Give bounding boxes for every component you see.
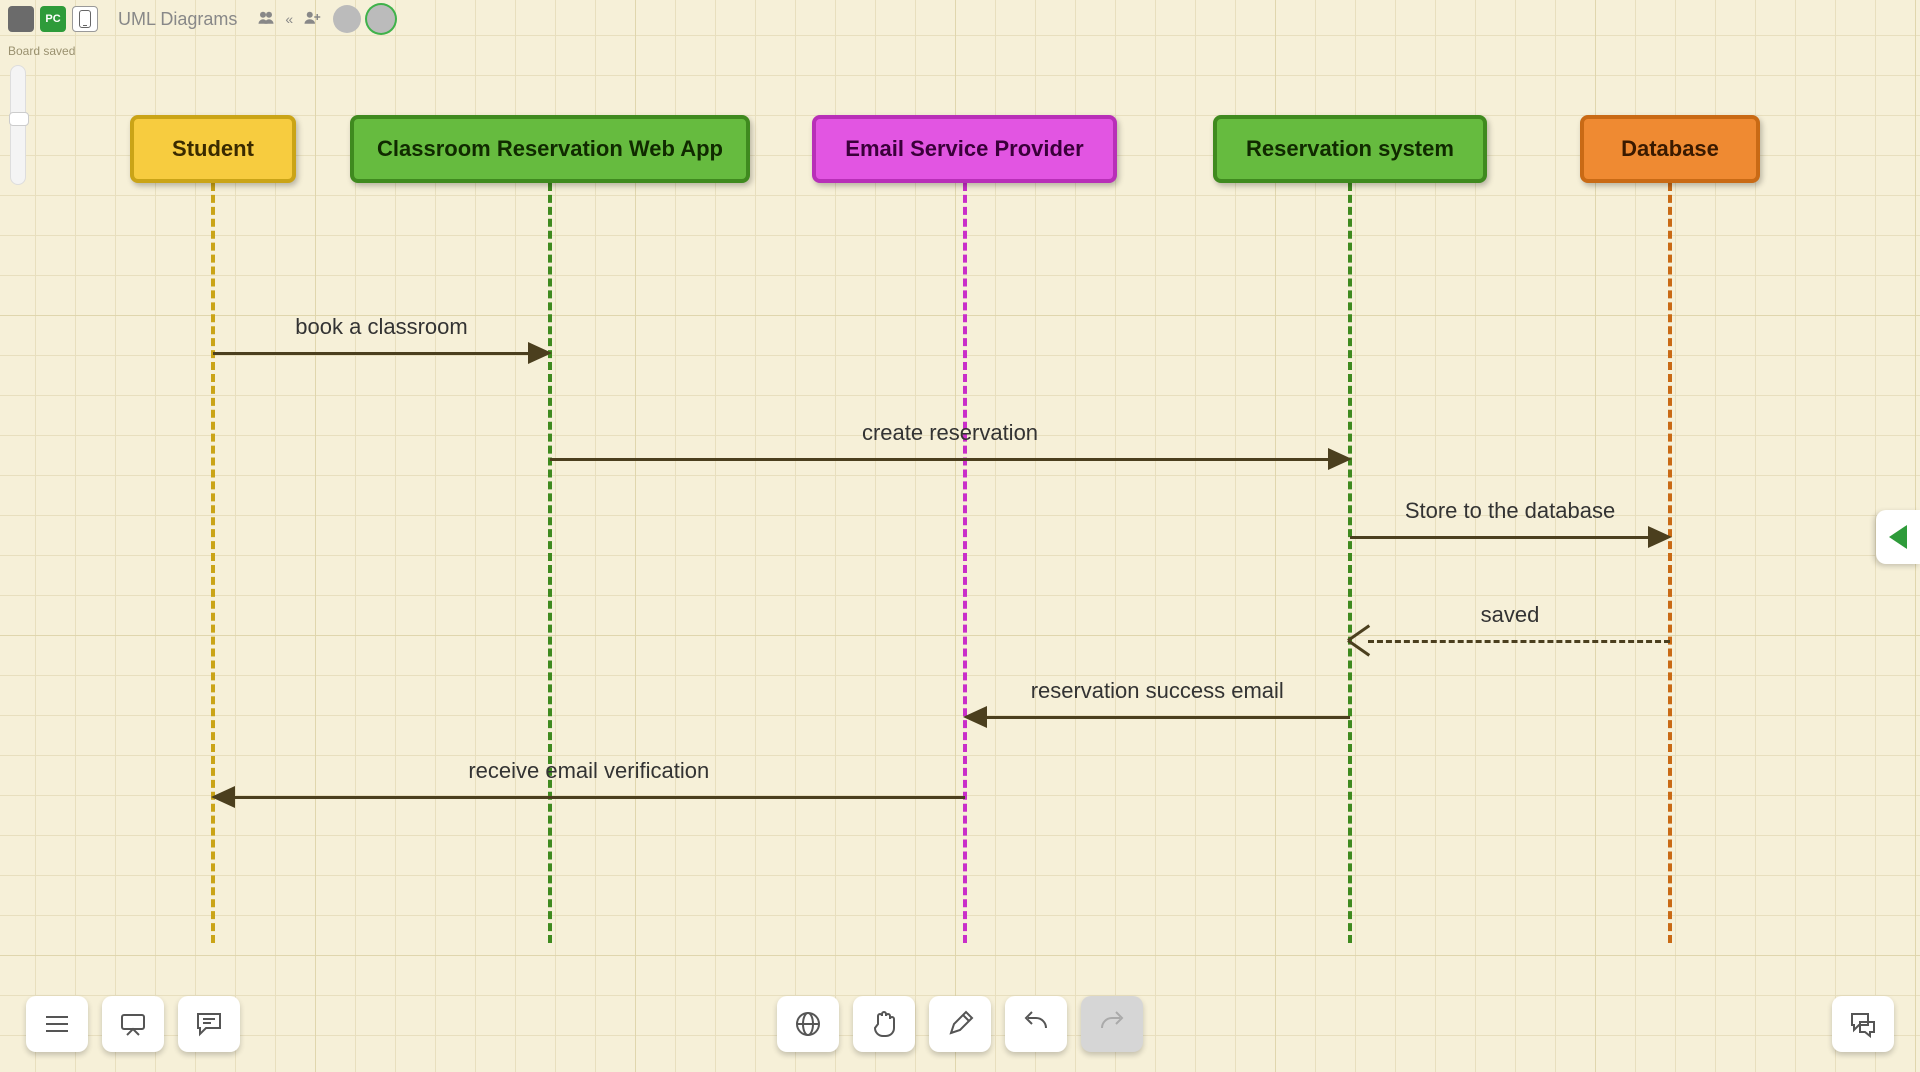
- browse-button[interactable]: [777, 996, 839, 1052]
- group-icon[interactable]: [257, 10, 275, 28]
- message-label: create reservation: [550, 420, 1350, 446]
- board-title[interactable]: UML Diagrams: [118, 9, 237, 30]
- actor-resv[interactable]: Reservation system: [1213, 115, 1487, 183]
- lifeline-webapp[interactable]: [548, 183, 552, 943]
- avatar-user-pc[interactable]: PC: [40, 6, 66, 32]
- actor-email[interactable]: Email Service Provider: [812, 115, 1117, 183]
- avatar-user-1[interactable]: [8, 6, 34, 32]
- actor-label: Database: [1603, 136, 1737, 162]
- add-user-icon[interactable]: [303, 10, 321, 28]
- share-icons: «: [257, 10, 321, 28]
- lifeline-student[interactable]: [211, 183, 215, 943]
- actor-webapp[interactable]: Classroom Reservation Web App: [350, 115, 750, 183]
- zoom-handle[interactable]: [9, 112, 29, 126]
- message-label: receive email verification: [213, 758, 965, 784]
- expand-panel-button[interactable]: [1876, 510, 1920, 564]
- actor-label: Classroom Reservation Web App: [359, 136, 741, 162]
- actor-label: Email Service Provider: [827, 136, 1101, 162]
- pan-button[interactable]: [853, 996, 915, 1052]
- lifeline-resv[interactable]: [1348, 183, 1352, 943]
- toolbar-center: [777, 996, 1143, 1052]
- message-label: book a classroom: [213, 314, 550, 340]
- message-label: Store to the database: [1350, 498, 1670, 524]
- triangle-left-icon: [1889, 525, 1907, 549]
- toolbar-right: [1832, 996, 1894, 1052]
- mobile-preview-button[interactable]: [72, 6, 98, 32]
- lifeline-db[interactable]: [1668, 183, 1672, 943]
- draw-button[interactable]: [929, 996, 991, 1052]
- save-status: Board saved: [8, 44, 75, 58]
- actor-db[interactable]: Database: [1580, 115, 1760, 183]
- message-label: saved: [1350, 602, 1670, 628]
- actor-label: Student: [154, 136, 272, 162]
- actor-label: Reservation system: [1228, 136, 1472, 162]
- top-bar: PC UML Diagrams «: [8, 5, 395, 33]
- comment-button[interactable]: [178, 996, 240, 1052]
- presentation-button[interactable]: [102, 996, 164, 1052]
- chat-button[interactable]: [1832, 996, 1894, 1052]
- redo-button: [1081, 996, 1143, 1052]
- lifeline-email[interactable]: [963, 183, 967, 943]
- presence-avatars: [333, 5, 395, 33]
- chevron-left-icon[interactable]: «: [285, 11, 293, 27]
- message-label: reservation success email: [965, 678, 1351, 704]
- menu-button[interactable]: [26, 996, 88, 1052]
- actor-student[interactable]: Student: [130, 115, 296, 183]
- presence-avatar-2[interactable]: [367, 5, 395, 33]
- presence-avatar-1[interactable]: [333, 5, 361, 33]
- toolbar-left: [26, 996, 240, 1052]
- undo-button[interactable]: [1005, 996, 1067, 1052]
- phone-icon: [79, 10, 91, 28]
- zoom-slider[interactable]: [10, 65, 26, 185]
